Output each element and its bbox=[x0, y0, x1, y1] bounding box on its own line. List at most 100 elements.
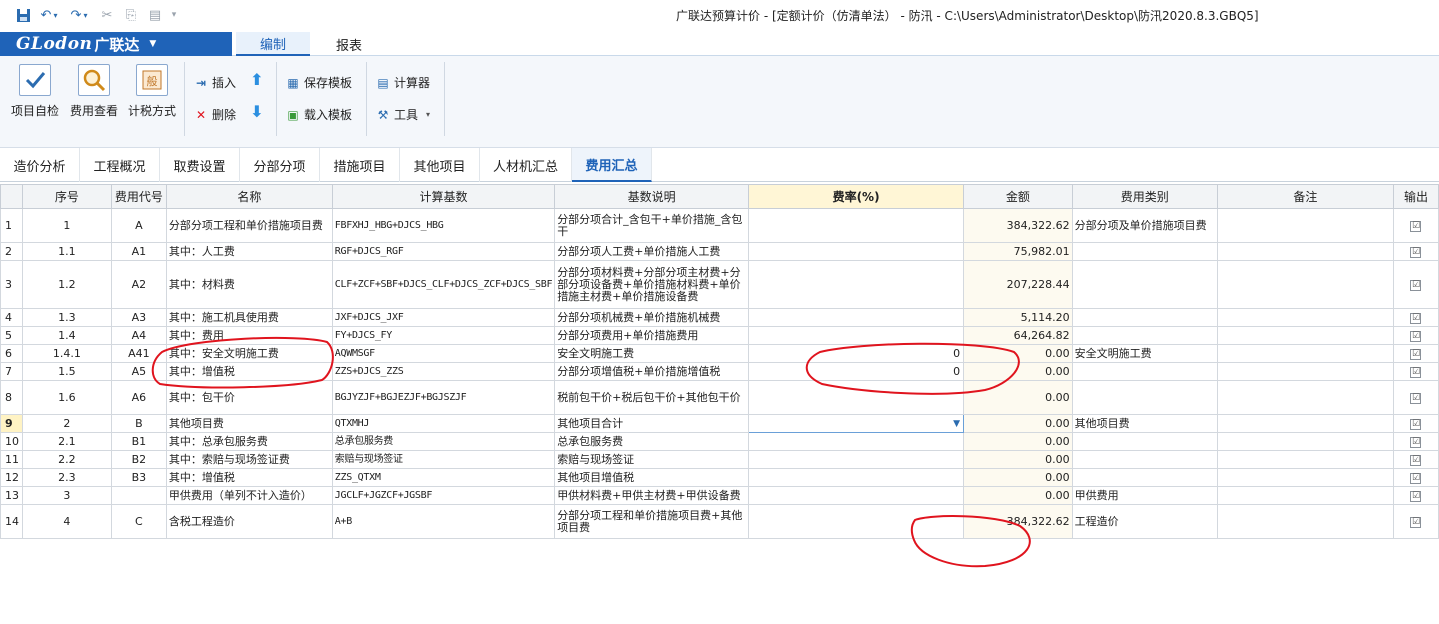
row-number-cell[interactable]: 11 bbox=[0, 450, 23, 469]
category-cell[interactable]: 安全文明施工费 bbox=[1071, 344, 1218, 363]
output-checkbox[interactable]: ☑ bbox=[1410, 517, 1422, 528]
output-cell[interactable]: ☑ bbox=[1392, 468, 1439, 487]
output-cell[interactable]: ☑ bbox=[1392, 486, 1439, 505]
amount-cell[interactable]: 0.00 bbox=[963, 414, 1073, 433]
name-cell[interactable]: 其中：人工费 bbox=[165, 242, 333, 261]
name-cell[interactable]: 分部分项工程和单价措施项目费 bbox=[165, 208, 333, 243]
output-checkbox[interactable]: ☑ bbox=[1410, 491, 1422, 502]
tab-cost-summary[interactable]: 费用汇总 bbox=[572, 148, 652, 182]
column-header-output[interactable]: 输出 bbox=[1392, 184, 1439, 209]
code-cell[interactable]: B bbox=[110, 414, 167, 433]
description-cell[interactable]: 索赔与现场签证 bbox=[554, 450, 750, 469]
table-row[interactable]: 8 1.6 A6 其中：包干价 BGJYZJF+BGJEZJF+BGJSZJF 税前包干价… bbox=[0, 380, 1439, 415]
output-cell[interactable]: ☑ bbox=[1392, 242, 1439, 261]
table-row[interactable]: 5 1.4 A4 其中：费用 FY+DJCS_FY 分部分项费用+单价措施费用 64,264… bbox=[0, 326, 1439, 345]
category-cell[interactable] bbox=[1071, 260, 1218, 309]
remark-cell[interactable] bbox=[1216, 308, 1394, 327]
remark-cell[interactable] bbox=[1216, 344, 1394, 363]
category-cell[interactable] bbox=[1071, 362, 1218, 381]
seq-cell[interactable]: 4 bbox=[21, 504, 112, 539]
rate-cell[interactable] bbox=[748, 504, 965, 539]
tab-fee-settings[interactable]: 取费设置 bbox=[160, 148, 240, 182]
base-cell[interactable]: JXF+DJCS_JXF bbox=[331, 308, 556, 327]
base-cell[interactable]: BGJYZJF+BGJEZJF+BGJSZJF bbox=[331, 380, 556, 415]
row-number-cell[interactable]: 1 bbox=[0, 208, 23, 243]
output-checkbox[interactable]: ☑ bbox=[1410, 349, 1422, 360]
description-cell[interactable]: 其他项目合计 bbox=[554, 414, 750, 433]
copy-icon[interactable]: ⎘ bbox=[122, 6, 140, 24]
output-checkbox[interactable]: ☑ bbox=[1410, 247, 1422, 258]
amount-cell[interactable]: 0.00 bbox=[963, 362, 1073, 381]
amount-cell[interactable]: 384,322.62 bbox=[963, 208, 1073, 243]
remark-cell[interactable] bbox=[1216, 468, 1394, 487]
code-cell[interactable]: A3 bbox=[110, 308, 167, 327]
category-cell[interactable]: 甲供费用 bbox=[1071, 486, 1218, 505]
name-cell[interactable]: 其他项目费 bbox=[165, 414, 333, 433]
description-cell[interactable]: 安全文明施工费 bbox=[554, 344, 750, 363]
fee-view-button[interactable]: 费用查看 bbox=[66, 64, 122, 119]
output-cell[interactable]: ☑ bbox=[1392, 326, 1439, 345]
description-cell[interactable]: 其他项目增值税 bbox=[554, 468, 750, 487]
column-header-category[interactable]: 费用类别 bbox=[1071, 184, 1218, 209]
remark-cell[interactable] bbox=[1216, 504, 1394, 539]
rate-cell[interactable] bbox=[748, 208, 965, 243]
rate-cell[interactable] bbox=[748, 380, 965, 415]
name-cell[interactable]: 其中：包干价 bbox=[165, 380, 333, 415]
description-cell[interactable]: 分部分项工程和单价措施项目费+其他项目费 bbox=[554, 504, 750, 539]
name-cell[interactable]: 其中：索赔与现场签证费 bbox=[165, 450, 333, 469]
output-checkbox[interactable]: ☑ bbox=[1410, 419, 1422, 430]
redo-icon[interactable]: ↷ ▾ bbox=[66, 6, 92, 24]
tools-button[interactable]: ⚒ 工具 ▾ bbox=[376, 106, 430, 123]
table-row[interactable]: 2 1.1 A1 其中：人工费 RGF+DJCS_RGF 分部分项人工费+单价措施人工费 7… bbox=[0, 242, 1439, 261]
code-cell[interactable]: A4 bbox=[110, 326, 167, 345]
row-number-cell[interactable]: 9 bbox=[0, 414, 23, 433]
column-header-name[interactable]: 名称 bbox=[165, 184, 333, 209]
output-cell[interactable]: ☑ bbox=[1392, 344, 1439, 363]
chevron-down-icon[interactable]: ▼ bbox=[953, 418, 960, 430]
seq-cell[interactable]: 1 bbox=[21, 208, 112, 243]
tab-sub-items[interactable]: 分部分项 bbox=[240, 148, 320, 182]
rate-cell[interactable] bbox=[748, 450, 965, 469]
name-cell[interactable]: 其中：增值税 bbox=[165, 468, 333, 487]
category-cell[interactable] bbox=[1071, 326, 1218, 345]
base-cell[interactable]: 总承包服务费 bbox=[331, 432, 556, 451]
name-cell[interactable]: 含税工程造价 bbox=[165, 504, 333, 539]
table-row[interactable]: 3 1.2 A2 其中：材料费 CLF+ZCF+SBF+DJCS_CLF+DJCS_ZC… bbox=[0, 260, 1439, 309]
amount-cell[interactable]: 0.00 bbox=[963, 380, 1073, 415]
save-template-button[interactable]: ▦ 保存模板 bbox=[286, 74, 352, 91]
rate-cell[interactable]: ▼ bbox=[748, 414, 965, 433]
undo-icon[interactable]: ↶ ▾ bbox=[36, 6, 62, 24]
rate-cell[interactable]: 0 bbox=[748, 344, 965, 363]
name-cell[interactable]: 其中：施工机具使用费 bbox=[165, 308, 333, 327]
row-number-cell[interactable]: 7 bbox=[0, 362, 23, 381]
rate-cell[interactable] bbox=[748, 486, 965, 505]
name-cell[interactable]: 其中：安全文明施工费 bbox=[165, 344, 333, 363]
amount-cell[interactable]: 0.00 bbox=[963, 432, 1073, 451]
tab-other-items[interactable]: 其他项目 bbox=[400, 148, 480, 182]
base-cell[interactable]: FY+DJCS_FY bbox=[331, 326, 556, 345]
output-cell[interactable]: ☑ bbox=[1392, 432, 1439, 451]
seq-cell[interactable]: 1.6 bbox=[21, 380, 112, 415]
column-header-description[interactable]: 基数说明 bbox=[554, 184, 750, 209]
seq-cell[interactable]: 1.4.1 bbox=[21, 344, 112, 363]
remark-cell[interactable] bbox=[1216, 260, 1394, 309]
description-cell[interactable]: 税前包干价+税后包干价+其他包干价 bbox=[554, 380, 750, 415]
base-cell[interactable]: CLF+ZCF+SBF+DJCS_CLF+DJCS_ZCF+DJCS_SBF bbox=[331, 260, 556, 309]
output-checkbox[interactable]: ☑ bbox=[1410, 455, 1422, 466]
remark-cell[interactable] bbox=[1216, 486, 1394, 505]
amount-cell[interactable]: 5,114.20 bbox=[963, 308, 1073, 327]
ribbon-tab-reports[interactable]: 报表 bbox=[314, 32, 384, 56]
load-template-button[interactable]: ▣ 载入模板 bbox=[286, 106, 352, 123]
cut-icon[interactable]: ✂ bbox=[98, 6, 116, 24]
row-number-cell[interactable]: 2 bbox=[0, 242, 23, 261]
code-cell[interactable]: A bbox=[110, 208, 167, 243]
name-cell[interactable]: 其中：材料费 bbox=[165, 260, 333, 309]
category-cell[interactable] bbox=[1071, 450, 1218, 469]
rate-cell[interactable] bbox=[748, 242, 965, 261]
remark-cell[interactable] bbox=[1216, 362, 1394, 381]
amount-cell[interactable]: 75,982.01 bbox=[963, 242, 1073, 261]
self-check-button[interactable]: 项目自检 bbox=[7, 64, 63, 119]
seq-cell[interactable]: 2.3 bbox=[21, 468, 112, 487]
tab-measure-items[interactable]: 措施项目 bbox=[320, 148, 400, 182]
move-up-button[interactable]: ⬆ bbox=[250, 70, 268, 89]
